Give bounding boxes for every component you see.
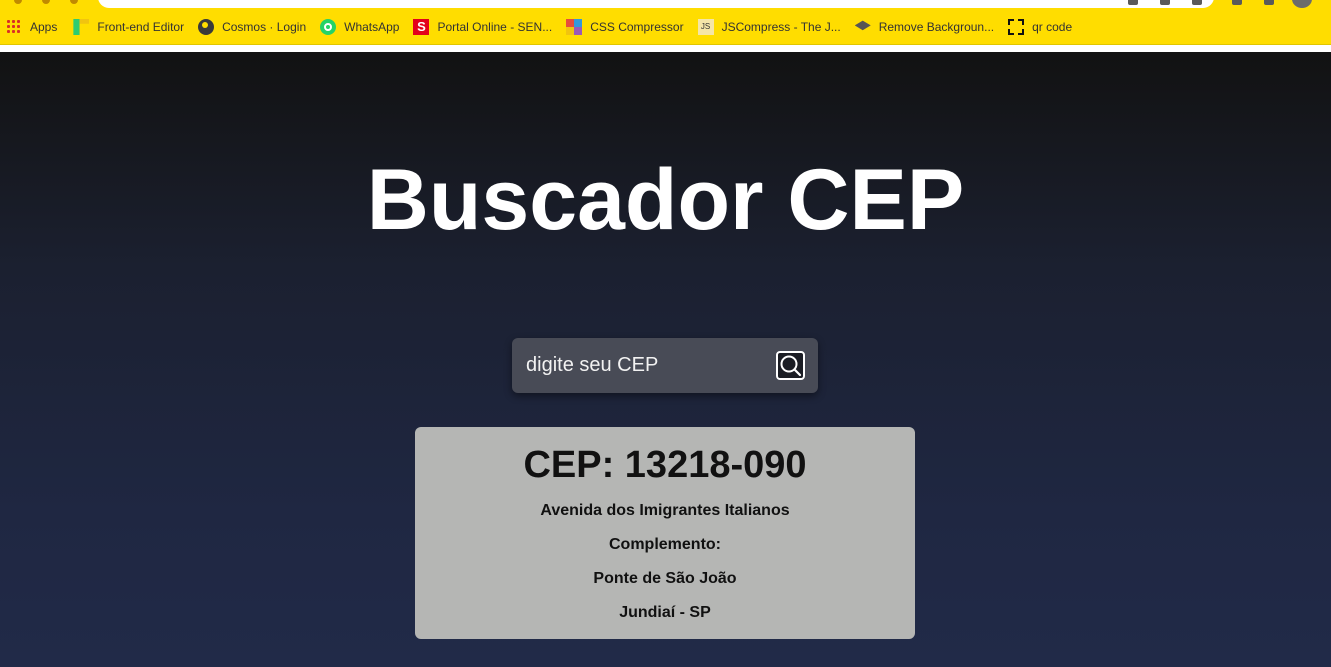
browser-toolbar xyxy=(0,0,1331,10)
search-button[interactable] xyxy=(776,351,805,380)
result-neighborhood: Ponte de São João xyxy=(593,570,737,587)
result-cep: CEP: 13218-090 xyxy=(523,444,807,486)
bookmark-apps[interactable]: Apps xyxy=(0,15,65,39)
qr-code-icon xyxy=(1008,19,1025,35)
frontend-editor-icon xyxy=(73,19,90,35)
senai-icon: S xyxy=(413,19,430,35)
address-bar[interactable] xyxy=(98,0,1214,8)
remove-bg-icon xyxy=(854,20,871,31)
bookmark-label: Portal Online - SEN... xyxy=(437,20,553,34)
bookmark-front-end-editor[interactable]: Front-end Editor xyxy=(67,15,192,39)
bookmark-portal-senai[interactable]: S Portal Online - SEN... xyxy=(407,15,560,39)
extension-icon[interactable] xyxy=(1232,0,1242,5)
profile-avatar[interactable] xyxy=(1292,0,1312,8)
forward-icon[interactable] xyxy=(42,0,50,4)
search-icon xyxy=(780,355,802,377)
bookmark-whatsapp[interactable]: WhatsApp xyxy=(314,15,407,39)
bookmark-qr-code[interactable]: qr code xyxy=(1002,15,1080,39)
bookmark-css-compressor[interactable]: CSS Compressor xyxy=(560,15,691,39)
search-box xyxy=(512,338,818,393)
page-content: Buscador CEP CEP: 13218-090 Avenida dos … xyxy=(0,52,1331,667)
bookmark-label: qr code xyxy=(1032,20,1073,34)
cep-result-card: CEP: 13218-090 Avenida dos Imigrantes It… xyxy=(415,427,915,639)
bookmarks-bar: Apps Front-end Editor Cosmos · Login Wha… xyxy=(0,10,1331,44)
bookmark-label: Apps xyxy=(30,20,58,34)
back-icon[interactable] xyxy=(14,0,22,4)
bookmark-label: Cosmos · Login xyxy=(222,20,307,34)
bookmark-label: Front-end Editor xyxy=(97,20,185,34)
bookmark-label: WhatsApp xyxy=(344,20,400,34)
cep-search-input[interactable] xyxy=(526,348,766,382)
result-street: Avenida dos Imigrantes Italianos xyxy=(540,502,790,519)
page-title: Buscador CEP xyxy=(366,152,965,248)
bookmark-label: CSS Compressor xyxy=(590,20,684,34)
result-city-state: Jundiaí - SP xyxy=(619,604,711,621)
result-complement: Complemento: xyxy=(609,536,721,553)
apps-grid-icon xyxy=(6,19,22,35)
bookmark-jscompress[interactable]: JS JSCompress - The J... xyxy=(692,15,849,39)
extension-icon[interactable] xyxy=(1192,0,1202,5)
whatsapp-icon xyxy=(320,19,337,35)
bookmark-label: JSCompress - The J... xyxy=(721,20,841,34)
css-compressor-icon xyxy=(566,19,583,35)
jscompress-icon: JS xyxy=(697,19,714,35)
globe-icon xyxy=(198,19,215,35)
toolbar-divider xyxy=(0,44,1331,52)
bookmark-cosmos-login[interactable]: Cosmos · Login xyxy=(192,15,314,39)
reload-icon[interactable] xyxy=(70,0,78,4)
extension-icon[interactable] xyxy=(1160,0,1170,5)
extension-icon[interactable] xyxy=(1264,0,1274,5)
bookmark-label: Remove Backgroun... xyxy=(878,20,995,34)
extension-icon[interactable] xyxy=(1128,0,1138,5)
bookmark-remove-background[interactable]: Remove Backgroun... xyxy=(849,15,1002,39)
